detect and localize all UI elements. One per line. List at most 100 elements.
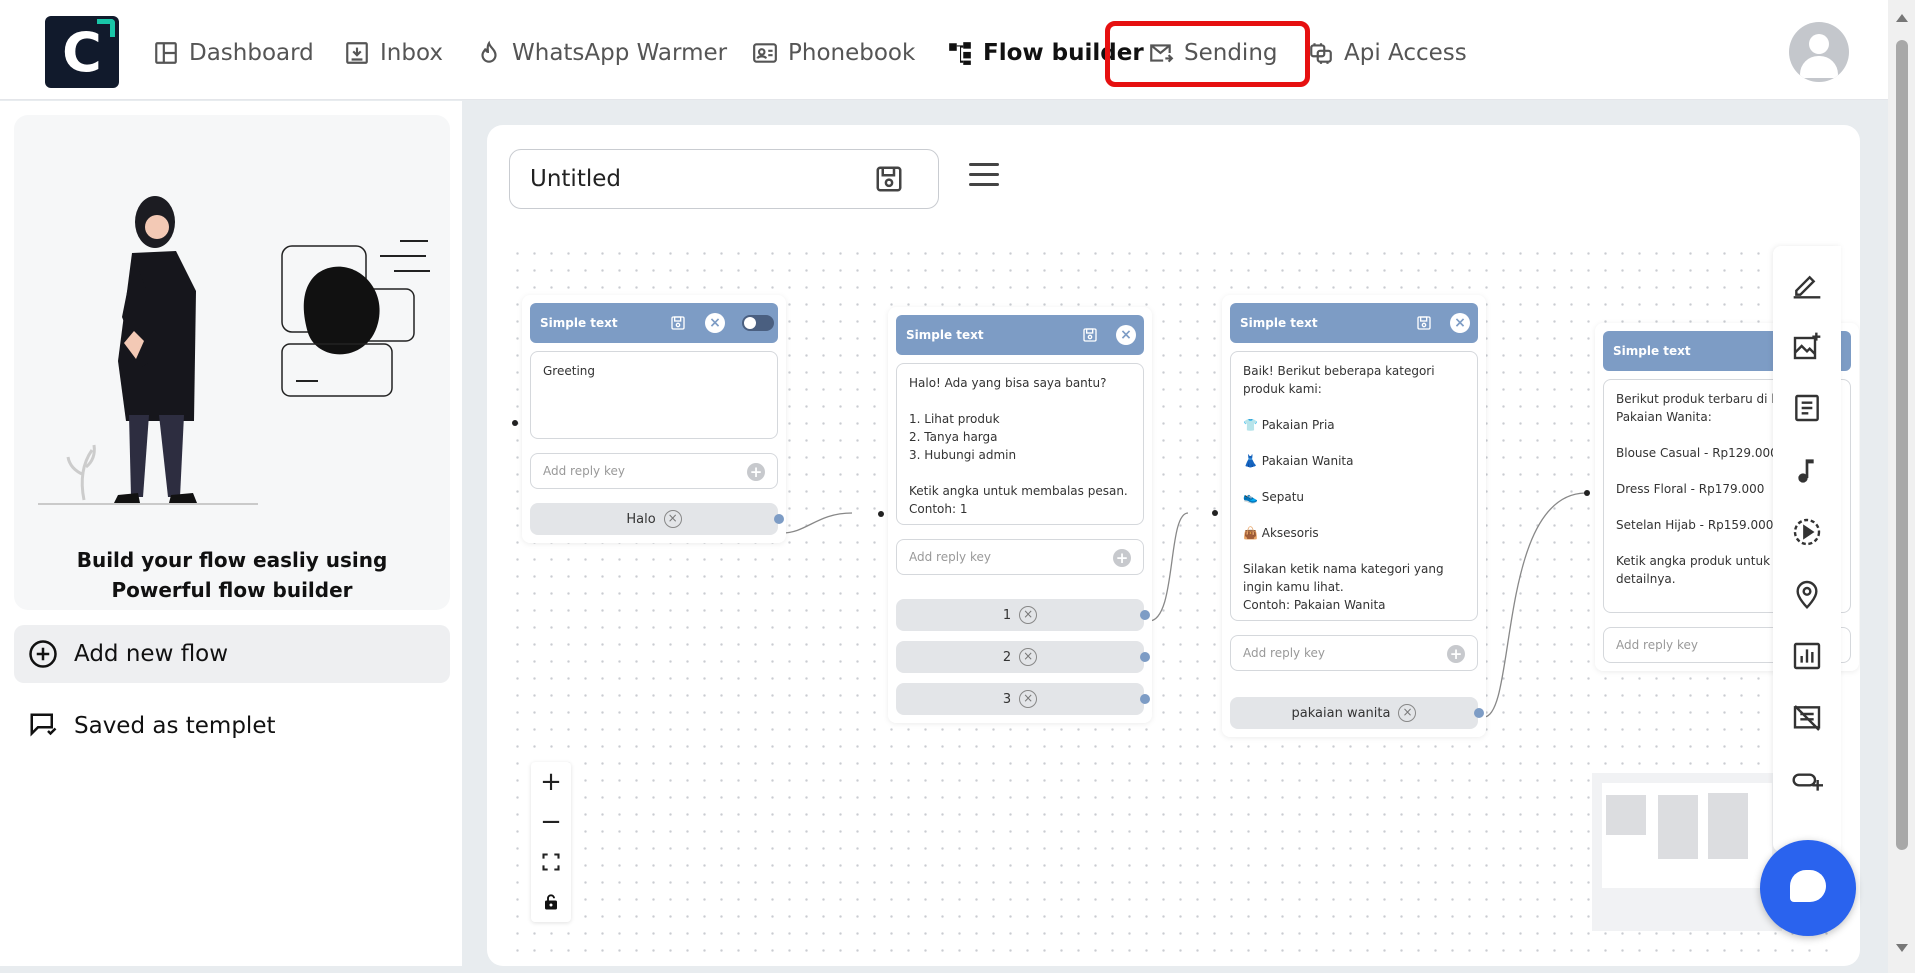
hero-card: Build your flow easliy using Powerful fl…	[14, 115, 450, 610]
input-port[interactable]	[512, 420, 518, 426]
api-icon	[1310, 43, 1332, 64]
nav-whatsapp-warmer[interactable]: WhatsApp Warmer	[476, 33, 727, 73]
location-icon[interactable]	[1791, 578, 1823, 610]
flow-name-field[interactable]: Untitled	[509, 149, 939, 209]
node-title: Simple text	[906, 328, 984, 342]
edit-icon[interactable]	[1791, 268, 1823, 300]
link-icon[interactable]	[1791, 764, 1823, 796]
node-close-icon[interactable]: ×	[705, 313, 725, 333]
node-message[interactable]: Greeting	[530, 351, 778, 439]
reply-key-placeholder: Add reply key	[1616, 638, 1698, 652]
reply-key-placeholder: Add reply key	[543, 464, 625, 478]
output-port[interactable]	[1474, 708, 1484, 718]
fit-view-icon[interactable]	[531, 842, 571, 882]
node-save-icon[interactable]	[1082, 327, 1098, 343]
node-message[interactable]: Halo! Ada yang bisa saya bantu? 1. Lihat…	[896, 363, 1144, 525]
remove-key-icon[interactable]: ×	[1019, 648, 1038, 666]
reply-key-pill[interactable]: 1 ×	[896, 599, 1150, 631]
reply-key-input[interactable]: Add reply key +	[530, 453, 778, 489]
chat-support-button[interactable]	[1760, 840, 1856, 936]
minimap-node	[1708, 793, 1748, 859]
lock-icon[interactable]	[531, 882, 571, 922]
sidebar: Build your flow easliy using Powerful fl…	[0, 101, 462, 966]
input-port[interactable]	[878, 511, 884, 517]
nav-dashboard[interactable]: Dashboard	[153, 33, 314, 73]
save-icon[interactable]	[874, 164, 904, 194]
page-scrollbar[interactable]	[1888, 0, 1915, 973]
add-key-icon[interactable]: +	[747, 463, 765, 481]
output-port[interactable]	[1140, 610, 1150, 620]
sending-highlight-box	[1105, 21, 1310, 87]
user-avatar[interactable]	[1789, 22, 1849, 82]
output-port[interactable]	[774, 514, 784, 524]
output-port[interactable]	[1140, 694, 1150, 704]
remove-key-icon[interactable]: ×	[1019, 606, 1038, 624]
list-off-icon[interactable]	[1791, 702, 1823, 734]
node-header: Simple text ×	[530, 303, 778, 343]
node-save-icon[interactable]	[1416, 315, 1432, 331]
reply-key-label: 1	[1002, 607, 1012, 623]
poll-icon[interactable]	[1791, 640, 1823, 672]
flow-name: Untitled	[530, 166, 621, 192]
nav-api-access[interactable]: Api Access	[1308, 33, 1467, 73]
remove-key-icon[interactable]: ×	[663, 510, 682, 528]
nav-label: Dashboard	[189, 40, 314, 66]
add-key-icon[interactable]: +	[1113, 549, 1131, 567]
dashboard-icon	[155, 42, 177, 64]
zoom-controls: + −	[531, 762, 571, 922]
add-key-icon[interactable]: +	[1447, 645, 1465, 663]
nav-label: Phonebook	[788, 40, 916, 66]
hamburger-menu-icon[interactable]	[969, 163, 999, 189]
reply-key-placeholder: Add reply key	[1243, 646, 1325, 660]
scroll-up-icon[interactable]	[1896, 14, 1908, 22]
reply-key-label: 2	[1002, 649, 1012, 665]
node-toggle[interactable]	[742, 315, 774, 331]
flow-node-3[interactable]: Simple text × Baik! Berikut beberapa kat…	[1222, 295, 1486, 737]
flame-icon	[481, 40, 497, 63]
flow-node-2[interactable]: Simple text × Halo! Ada yang bisa saya b…	[888, 307, 1152, 723]
reply-key-pill[interactable]: pakaian wanita ×	[1230, 697, 1484, 729]
nav-phonebook[interactable]: Phonebook	[752, 33, 915, 73]
reply-key-label: pakaian wanita	[1291, 705, 1391, 721]
reply-key-pill[interactable]: Halo ×	[530, 503, 784, 535]
scroll-down-icon[interactable]	[1896, 944, 1908, 952]
output-port[interactable]	[1140, 652, 1150, 662]
minimap[interactable]	[1592, 773, 1782, 931]
template-icon	[30, 713, 57, 737]
reply-key-placeholder: Add reply key	[909, 550, 991, 564]
node-title: Simple text	[540, 316, 618, 330]
saved-templates-button[interactable]: Saved as templet	[14, 697, 450, 755]
zoom-in-icon[interactable]: +	[531, 762, 571, 802]
input-port[interactable]	[1212, 510, 1218, 516]
add-new-flow-button[interactable]: Add new flow	[14, 625, 450, 683]
remove-key-icon[interactable]: ×	[1398, 704, 1417, 722]
reply-key-input[interactable]: Add reply key +	[1230, 635, 1478, 671]
reply-key-pill[interactable]: 2 ×	[896, 641, 1150, 673]
logo-letter: C	[62, 20, 102, 84]
saved-label: Saved as templet	[74, 713, 276, 739]
node-save-icon[interactable]	[670, 315, 686, 331]
node-close-icon[interactable]: ×	[1450, 313, 1470, 333]
scroll-thumb[interactable]	[1896, 40, 1908, 850]
flow-canvas[interactable]: Untitled Simple text × Greeting Add repl…	[487, 125, 1860, 966]
music-icon[interactable]	[1791, 454, 1823, 486]
add-image-icon[interactable]	[1791, 330, 1823, 362]
node-close-icon[interactable]: ×	[1116, 325, 1136, 345]
add-circle-icon	[29, 640, 57, 668]
input-port[interactable]	[1584, 490, 1590, 496]
app-logo[interactable]: C	[45, 16, 119, 88]
remove-key-icon[interactable]: ×	[1019, 690, 1038, 708]
node-header: Simple text ×	[1230, 303, 1478, 343]
top-navigation: C Dashboard Inbox WhatsApp Warmer Phoneb…	[0, 0, 1888, 100]
reply-key-input[interactable]: Add reply key +	[896, 539, 1144, 575]
flow-icon	[949, 42, 971, 65]
zoom-out-icon[interactable]: −	[531, 802, 571, 842]
hero-tagline: Build your flow easliy using Powerful fl…	[76, 548, 388, 602]
video-icon[interactable]	[1791, 516, 1823, 548]
node-message[interactable]: Baik! Berikut beberapa kategori produk k…	[1230, 351, 1478, 621]
reply-key-pill[interactable]: 3 ×	[896, 683, 1150, 715]
flow-node-1[interactable]: Simple text × Greeting Add reply key + H…	[522, 295, 786, 543]
nav-inbox[interactable]: Inbox	[344, 33, 443, 73]
document-icon[interactable]	[1791, 392, 1823, 424]
inbox-icon	[346, 42, 368, 64]
